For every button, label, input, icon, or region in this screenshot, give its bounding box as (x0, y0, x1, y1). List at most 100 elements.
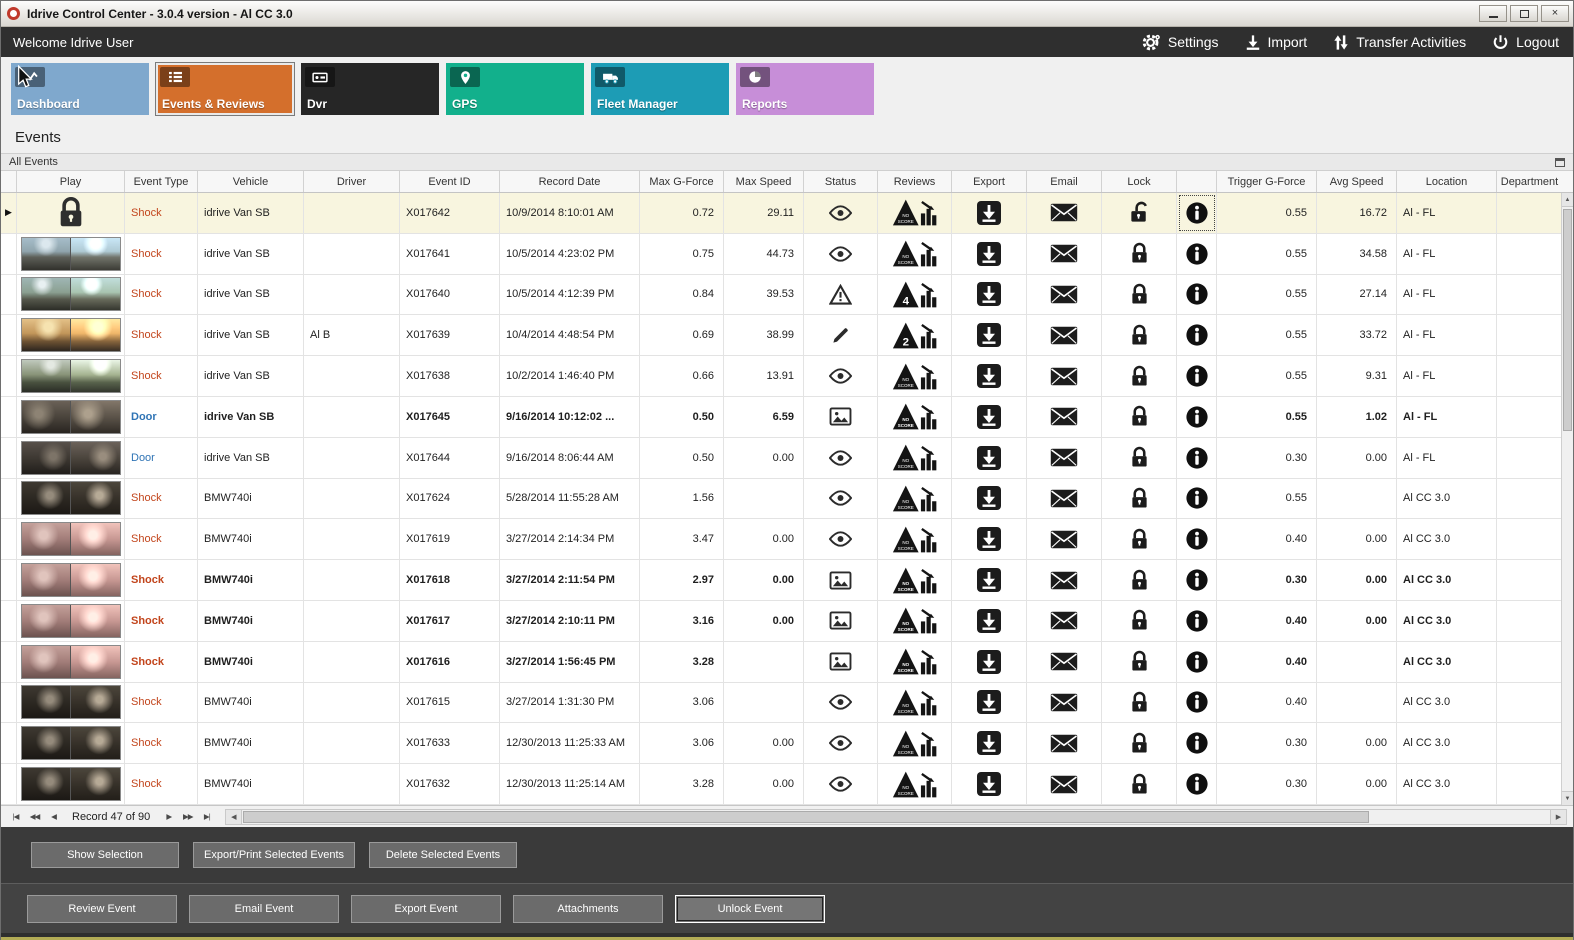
maximize-button[interactable] (1510, 5, 1538, 22)
review-score-icon[interactable]: NO SCORE (892, 198, 937, 227)
event-row[interactable]: Shock BMW740i X017633 12/30/2013 11:25:33 A… (1, 723, 1573, 765)
export-icon[interactable] (976, 730, 1002, 756)
expand-icon[interactable] (1555, 158, 1565, 167)
info-icon[interactable] (1185, 650, 1209, 674)
review-score-icon[interactable]: NO SCORE (892, 525, 937, 554)
info-icon[interactable] (1185, 486, 1209, 510)
scroll-up-icon[interactable]: ▲ (1562, 193, 1573, 207)
export-cell[interactable] (952, 723, 1027, 764)
info-cell[interactable] (1177, 519, 1217, 560)
info-icon[interactable] (1185, 731, 1209, 755)
tile-gps[interactable]: GPS (446, 63, 584, 115)
lock-icon[interactable] (1130, 283, 1149, 306)
event-thumbnail[interactable] (20, 685, 121, 720)
review-score-icon[interactable]: NO SCORE (892, 362, 937, 391)
email-cell[interactable] (1027, 396, 1102, 437)
info-icon[interactable] (1185, 609, 1209, 633)
export-cell[interactable] (952, 396, 1027, 437)
email-icon[interactable] (1050, 734, 1078, 753)
review-score-icon[interactable]: NO SCORE (892, 484, 937, 513)
email-icon[interactable] (1050, 652, 1078, 671)
next-record-button[interactable]: ▶ (160, 809, 177, 824)
settings-button[interactable]: Settings (1142, 33, 1219, 52)
export-print-selected-button[interactable]: Export/Print Selected Events (193, 842, 356, 868)
column-header-max-speed[interactable]: Max Speed (724, 171, 804, 192)
email-cell[interactable] (1027, 315, 1102, 356)
event-thumbnail[interactable] (20, 236, 121, 271)
export-event-button[interactable]: Export Event (351, 894, 501, 923)
email-cell[interactable] (1027, 356, 1102, 396)
logout-button[interactable]: Logout (1492, 34, 1559, 51)
vertical-scroll-thumb[interactable] (1563, 209, 1572, 431)
column-header-vehicle[interactable]: Vehicle (198, 171, 304, 192)
lock-cell[interactable] (1102, 519, 1177, 560)
event-thumbnail[interactable] (20, 563, 121, 598)
export-cell[interactable] (952, 193, 1027, 233)
play-cell[interactable] (17, 356, 125, 396)
info-icon[interactable] (1185, 364, 1209, 388)
horizontal-scrollbar[interactable]: ◀ ▶ (225, 808, 1567, 825)
email-icon[interactable] (1050, 489, 1078, 508)
event-row[interactable]: Shock idrive Van SB X017641 10/5/2014 4:23:… (1, 233, 1573, 275)
event-thumbnail[interactable] (20, 481, 121, 516)
lock-cell[interactable] (1102, 723, 1177, 764)
reviews-cell[interactable]: NO SCORE (878, 396, 952, 437)
email-cell[interactable] (1027, 193, 1102, 233)
show-selection-button[interactable]: Show Selection (31, 842, 179, 868)
lock-icon[interactable] (1130, 691, 1149, 714)
play-cell[interactable] (17, 437, 125, 478)
lock-cell[interactable] (1102, 560, 1177, 600)
minimize-button[interactable] (1479, 5, 1507, 22)
reviews-cell[interactable]: NO SCORE (878, 478, 952, 519)
play-cell[interactable] (17, 682, 125, 723)
lock-icon[interactable] (1130, 609, 1149, 632)
prev-page-button[interactable]: ◀◀ (26, 809, 43, 824)
tile-fleet-manager[interactable]: Fleet Manager (591, 63, 729, 115)
email-icon[interactable] (1050, 326, 1078, 345)
column-header-avg-speed[interactable]: Avg Speed (1317, 171, 1397, 192)
review-score-icon[interactable]: NO SCORE (892, 443, 937, 472)
column-header-max-g-force[interactable]: Max G-Force (640, 171, 724, 192)
info-icon[interactable] (1185, 323, 1209, 347)
email-cell[interactable] (1027, 274, 1102, 315)
event-thumbnail[interactable] (20, 644, 121, 679)
event-thumbnail[interactable] (20, 318, 121, 353)
reviews-cell[interactable]: 2 (878, 315, 952, 356)
export-cell[interactable] (952, 233, 1027, 274)
lock-icon[interactable] (1130, 528, 1149, 551)
lock-cell[interactable] (1102, 600, 1177, 641)
reviews-cell[interactable]: NO SCORE (878, 560, 952, 600)
reviews-cell[interactable]: NO SCORE (878, 682, 952, 723)
export-icon[interactable] (976, 526, 1002, 552)
event-row[interactable]: Shock BMW740i X017616 3/27/2014 1:56:45 PM 3… (1, 641, 1573, 683)
info-icon[interactable] (1185, 527, 1209, 551)
event-row[interactable]: Shock idrive Van SB Al B X017639 10/4/2014 4… (1, 315, 1573, 357)
lock-icon[interactable] (1130, 650, 1149, 673)
event-row[interactable]: Shock BMW740i X017624 5/28/2014 11:55:28 AM… (1, 478, 1573, 520)
email-event-button[interactable]: Email Event (189, 894, 339, 923)
lock-cell[interactable] (1102, 682, 1177, 723)
event-thumbnail[interactable] (20, 726, 121, 761)
play-cell[interactable] (17, 233, 125, 274)
event-thumbnail[interactable] (20, 277, 121, 312)
info-cell[interactable] (1177, 233, 1217, 274)
export-cell[interactable] (952, 478, 1027, 519)
info-icon[interactable] (1185, 690, 1209, 714)
email-icon[interactable] (1050, 571, 1078, 590)
event-thumbnail[interactable] (20, 767, 121, 802)
lock-cell[interactable] (1102, 478, 1177, 519)
column-header-location[interactable]: Location (1397, 171, 1497, 192)
lock-icon[interactable] (1130, 405, 1149, 428)
lock-cell[interactable] (1102, 356, 1177, 396)
export-icon[interactable] (976, 241, 1002, 267)
column-header-email[interactable]: Email (1027, 171, 1102, 192)
scroll-right-icon[interactable]: ▶ (1550, 809, 1566, 824)
event-row[interactable]: ▶ Shock idrive Van SB X017642 10/9/2014 8:10… (1, 193, 1573, 234)
column-header-blank[interactable] (1, 171, 17, 192)
lock-cell[interactable] (1102, 764, 1177, 804)
export-cell[interactable] (952, 437, 1027, 478)
reviews-cell[interactable]: NO SCORE (878, 764, 952, 804)
event-row[interactable]: Shock BMW740i X017617 3/27/2014 2:10:11 PM 3… (1, 600, 1573, 642)
horizontal-scroll-thumb[interactable] (243, 810, 1369, 823)
scroll-down-icon[interactable]: ▼ (1562, 791, 1573, 805)
